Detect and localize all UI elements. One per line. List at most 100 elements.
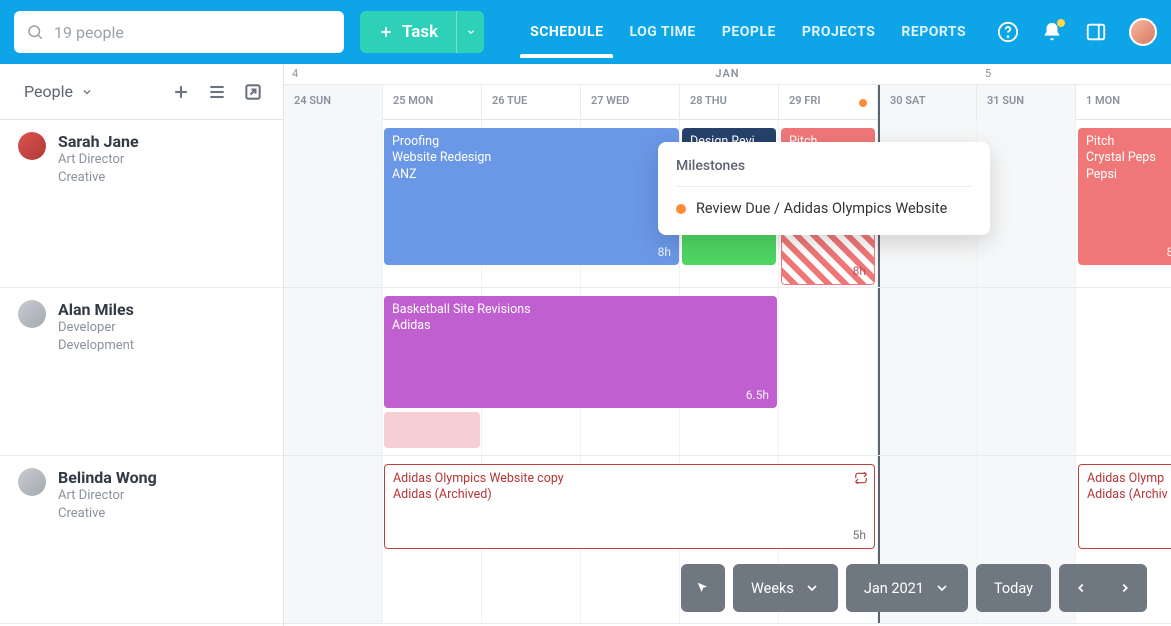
subheader-left: People	[0, 64, 284, 119]
zoom-level-label: Weeks	[751, 580, 794, 597]
task-block[interactable]: Adidas Olymp Adidas (Archiv	[1078, 464, 1171, 549]
repeat-icon	[854, 471, 868, 490]
task-button-group: Task	[360, 11, 484, 53]
user-avatar[interactable]	[1129, 18, 1157, 46]
search-wrap	[14, 11, 344, 53]
day-header: 29 FRI	[779, 85, 878, 120]
search-input[interactable]	[14, 11, 344, 53]
chevron-left-icon	[1074, 581, 1088, 595]
task-subtitle: Crystal Peps	[1086, 150, 1171, 166]
task-button-label: Task	[402, 22, 438, 42]
notification-dot	[1057, 19, 1065, 27]
week-number-row: 4 JAN 5	[284, 64, 1171, 85]
task-subtitle: Adidas	[392, 318, 769, 334]
person-avatar	[18, 468, 46, 496]
task-block[interactable]: Pitch Crystal Peps Pepsi 8h	[1078, 128, 1171, 265]
milestones-popover: Milestones Review Due / Adidas Olympics …	[658, 142, 990, 235]
milestone-item[interactable]: Review Due / Adidas Olympics Website	[676, 199, 972, 219]
new-task-button[interactable]: Task	[360, 11, 456, 53]
prev-button[interactable]	[1059, 564, 1103, 612]
nav-links: SCHEDULE LOG TIME PEOPLE PROJECTS REPORT…	[530, 24, 966, 40]
chevron-right-icon	[1118, 581, 1132, 595]
help-button[interactable]	[997, 21, 1019, 43]
month-picker-label: Jan 2021	[864, 580, 924, 597]
zoom-level-button[interactable]: Weeks	[733, 564, 838, 612]
day-header: 26 TUE	[482, 85, 581, 120]
day-header: 25 MON	[383, 85, 482, 120]
task-block[interactable]: Proofing Website Redesign ANZ 8h	[384, 128, 679, 265]
export-button[interactable]	[241, 80, 265, 104]
nav-schedule[interactable]: SCHEDULE	[530, 24, 603, 40]
plus-icon	[171, 82, 191, 102]
timeline-row[interactable]: Basketball Site Revisions Adidas 6.5h	[284, 288, 1171, 456]
month-label: JAN	[715, 67, 739, 80]
people-filter-label: People	[24, 82, 73, 101]
chevron-down-icon	[81, 86, 93, 98]
task-title: Proofing	[392, 134, 671, 150]
today-button[interactable]: Today	[976, 564, 1051, 612]
day-header-row: 24 SUN 25 MON 26 TUE 27 WED 28 THU 29 FR…	[284, 85, 1171, 120]
plus-icon	[378, 24, 394, 40]
subheader: People 4 JAN 5 24 SUN 25 MON 26 TUE 27 W…	[0, 64, 1171, 120]
add-person-button[interactable]	[169, 80, 193, 104]
task-hours: 6.5h	[746, 388, 769, 404]
task-hours: 8h	[658, 245, 671, 261]
task-block[interactable]: Adidas Olympics Website copy Adidas (Arc…	[384, 464, 875, 549]
day-header: 1 MON	[1076, 85, 1171, 120]
task-dropdown-button[interactable]	[456, 11, 484, 53]
day-header: 24 SUN	[284, 85, 383, 120]
day-header: 30 SAT	[878, 85, 977, 120]
person-row[interactable]: Alan Miles Developer Development	[0, 288, 283, 456]
popover-title: Milestones	[676, 158, 972, 187]
help-icon	[997, 21, 1019, 43]
chevron-down-icon	[934, 580, 950, 596]
notifications-button[interactable]	[1041, 21, 1063, 43]
person-dept: Development	[58, 337, 134, 355]
person-row[interactable]: Belinda Wong Art Director Creative	[0, 456, 283, 624]
task-subtitle: ANZ	[392, 167, 671, 183]
panel-icon	[1085, 21, 1107, 43]
month-picker-button[interactable]: Jan 2021	[846, 564, 968, 612]
task-title: Basketball Site Revisions	[392, 302, 769, 318]
person-row[interactable]: Sarah Jane Art Director Creative	[0, 120, 283, 288]
chevron-down-icon	[804, 580, 820, 596]
person-role: Developer	[58, 319, 134, 337]
people-filter[interactable]: People	[24, 82, 93, 101]
cursor-mode-button[interactable]	[681, 564, 725, 612]
nav-right	[997, 18, 1157, 46]
panel-button[interactable]	[1085, 21, 1107, 43]
task-title: Adidas Olympics Website copy	[393, 471, 866, 487]
date-nav-arrows	[1059, 564, 1147, 612]
today-label: Today	[994, 580, 1033, 597]
person-role: Art Director	[58, 151, 139, 169]
task-hours: 8h	[853, 264, 866, 280]
nav-reports[interactable]: REPORTS	[901, 24, 966, 40]
task-hours: 5h	[853, 528, 866, 544]
week-number-right: 5	[985, 67, 991, 80]
task-subtitle: Adidas (Archiv	[1087, 487, 1171, 503]
week-number-left: 4	[292, 67, 298, 80]
nav-projects[interactable]: PROJECTS	[802, 24, 876, 40]
top-nav: Task SCHEDULE LOG TIME PEOPLE PROJECTS R…	[0, 0, 1171, 64]
person-avatar	[18, 300, 46, 328]
person-avatar	[18, 132, 46, 160]
task-hours: 8h	[1167, 245, 1171, 261]
people-column: Sarah Jane Art Director Creative Alan Mi…	[0, 120, 284, 626]
task-subtitle: Pepsi	[1086, 167, 1171, 183]
nav-people[interactable]: PEOPLE	[722, 24, 776, 40]
bottom-toolbar: Weeks Jan 2021 Today	[681, 564, 1147, 612]
day-header: 31 SUN	[977, 85, 1076, 120]
list-icon	[207, 82, 227, 102]
person-name: Sarah Jane	[58, 132, 139, 151]
next-button[interactable]	[1103, 564, 1147, 612]
list-view-button[interactable]	[205, 80, 229, 104]
task-title: Adidas Olymp	[1087, 471, 1171, 487]
task-block[interactable]	[384, 412, 480, 448]
nav-logtime[interactable]: LOG TIME	[629, 24, 695, 40]
subheader-right: 4 JAN 5 24 SUN 25 MON 26 TUE 27 WED 28 T…	[284, 64, 1171, 119]
person-name: Alan Miles	[58, 300, 134, 319]
task-block[interactable]: Basketball Site Revisions Adidas 6.5h	[384, 296, 777, 408]
search-icon	[26, 23, 44, 41]
schedule-body: Sarah Jane Art Director Creative Alan Mi…	[0, 120, 1171, 626]
chevron-down-icon	[466, 27, 476, 37]
